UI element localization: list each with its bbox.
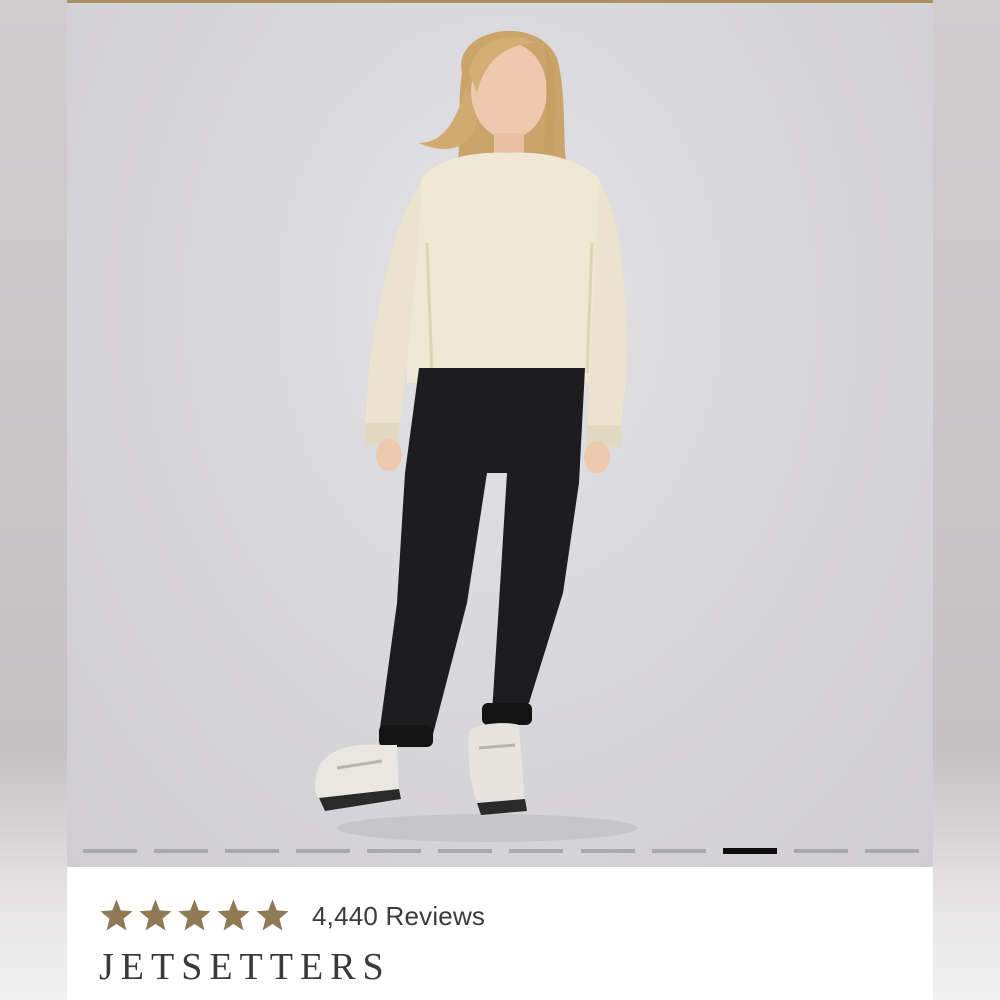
review-count-link[interactable]: 4,440 Reviews bbox=[312, 901, 485, 932]
product-image[interactable] bbox=[67, 3, 933, 867]
carousel-dot-5[interactable] bbox=[367, 849, 422, 853]
carousel-dot-12[interactable] bbox=[864, 849, 919, 853]
carousel-dot-1[interactable] bbox=[83, 849, 137, 853]
carousel-dot-7[interactable] bbox=[509, 849, 564, 853]
rating-row[interactable]: 4,440 Reviews bbox=[99, 899, 485, 933]
carousel-indicators bbox=[83, 848, 919, 854]
carousel-dot-8[interactable] bbox=[580, 849, 635, 853]
blurred-background-right bbox=[933, 0, 1000, 1000]
carousel-dot-4[interactable] bbox=[296, 849, 351, 853]
carousel-dot-11[interactable] bbox=[793, 849, 848, 853]
star-rating bbox=[99, 899, 290, 933]
carousel-dot-9[interactable] bbox=[651, 849, 706, 853]
star-icon bbox=[216, 899, 251, 933]
product-card: 4,440 Reviews JETSETTERS bbox=[67, 0, 933, 1000]
carousel-dot-3[interactable] bbox=[225, 849, 280, 853]
screen: 4,440 Reviews JETSETTERS bbox=[0, 0, 1000, 1000]
star-icon bbox=[177, 899, 212, 933]
star-icon bbox=[255, 899, 290, 933]
carousel-dot-10-active[interactable] bbox=[722, 848, 777, 854]
carousel-dot-2[interactable] bbox=[154, 849, 209, 853]
carousel-dot-6[interactable] bbox=[438, 849, 493, 853]
product-info: 4,440 Reviews JETSETTERS bbox=[67, 867, 933, 1000]
star-icon bbox=[138, 899, 173, 933]
model-photo-illustration bbox=[315, 30, 637, 842]
brand-name: JETSETTERS bbox=[99, 946, 391, 988]
star-icon bbox=[99, 899, 134, 933]
blurred-background-left bbox=[0, 0, 67, 1000]
